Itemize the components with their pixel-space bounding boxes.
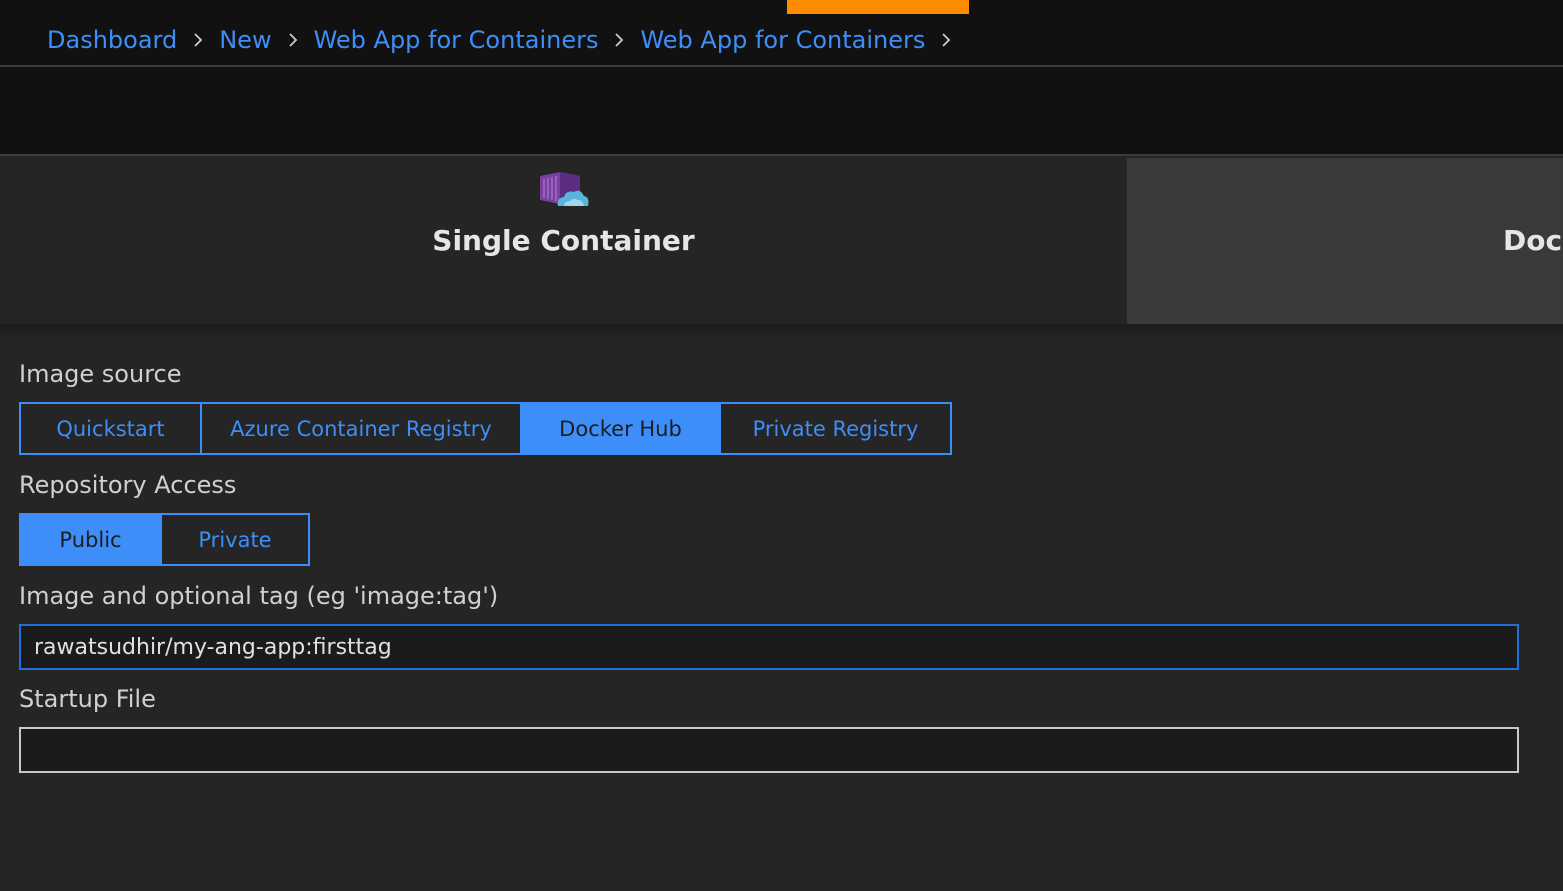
breadcrumb-dashboard[interactable]: Dashboard <box>47 26 177 54</box>
breadcrumb-web-app-for-containers-2[interactable]: Web App for Containers <box>640 26 925 54</box>
chevron-right-icon <box>193 32 203 48</box>
tab-single-container[interactable]: Single Container <box>0 158 1127 324</box>
repository-access-public-button[interactable]: Public <box>21 515 162 564</box>
portal-top-bar <box>0 0 1563 14</box>
active-accent-bar <box>787 0 969 14</box>
startup-file-input[interactable] <box>19 727 1519 773</box>
image-source-docker-hub-button[interactable]: Docker Hub <box>522 404 721 453</box>
image-source-private-registry-button[interactable]: Private Registry <box>721 404 950 453</box>
image-source-label: Image source <box>19 360 182 388</box>
blade-header <box>0 67 1563 156</box>
breadcrumb-new[interactable]: New <box>219 26 271 54</box>
chevron-right-icon <box>288 32 298 48</box>
breadcrumb: Dashboard New Web App for Containers Web… <box>0 14 1563 67</box>
breadcrumb-web-app-for-containers[interactable]: Web App for Containers <box>314 26 599 54</box>
repository-access-private-button[interactable]: Private <box>162 515 308 564</box>
repository-access-label: Repository Access <box>19 471 237 499</box>
container-type-tabs: Single Container Docker Compose <box>0 158 1563 324</box>
image-tag-input[interactable]: rawatsudhir/my-ang-app:firsttag <box>19 624 1519 670</box>
container-cloud-icon <box>538 170 590 210</box>
image-source-selector: Quickstart Azure Container Registry Dock… <box>19 402 952 455</box>
tab-docker-compose[interactable]: Docker Compose <box>1127 158 1563 324</box>
tab-single-container-label: Single Container <box>432 224 695 257</box>
repository-access-selector: Public Private <box>19 513 310 566</box>
image-tag-value: rawatsudhir/my-ang-app:firsttag <box>34 634 392 660</box>
chevron-right-icon <box>614 32 624 48</box>
image-tag-label: Image and optional tag (eg 'image:tag') <box>19 582 499 610</box>
tab-docker-compose-label: Docker Compose <box>1503 224 1563 257</box>
tab-divider-shadow <box>0 324 1563 338</box>
startup-file-label: Startup File <box>19 685 156 713</box>
chevron-right-icon <box>941 32 951 48</box>
image-source-quickstart-button[interactable]: Quickstart <box>21 404 202 453</box>
image-source-acr-button[interactable]: Azure Container Registry <box>202 404 522 453</box>
